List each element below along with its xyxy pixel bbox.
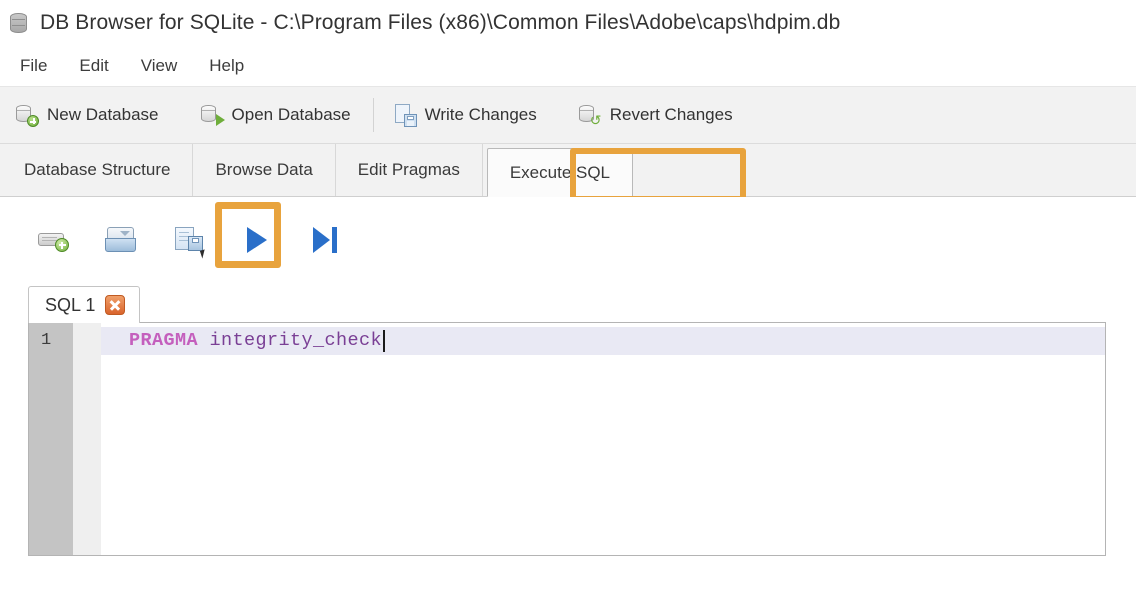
sql-keyword: PRAGMA xyxy=(129,330,199,351)
revert-changes-button[interactable]: ↺ Revert Changes xyxy=(573,100,747,130)
window-title: DB Browser for SQLite - C:\Program Files… xyxy=(40,11,841,34)
sql-identifier: integrity_check xyxy=(209,330,383,351)
tab-database-structure[interactable]: Database Structure xyxy=(2,144,194,196)
execute-all-button[interactable] xyxy=(234,217,280,263)
close-icon[interactable] xyxy=(105,295,126,315)
new-tab-icon xyxy=(38,231,69,252)
code-line-1[interactable]: PRAGMA integrity_check xyxy=(101,327,1105,355)
menu-item-edit[interactable]: Edit xyxy=(63,53,124,79)
play-icon xyxy=(247,227,267,253)
title-bar: DB Browser for SQLite - C:\Program Files… xyxy=(0,0,1136,46)
tab-edit-pragmas[interactable]: Edit Pragmas xyxy=(335,144,483,196)
new-database-button[interactable]: New Database xyxy=(10,100,173,130)
tab-browse-data[interactable]: Browse Data xyxy=(193,144,336,196)
open-database-label: Open Database xyxy=(231,105,351,124)
main-tab-bar: Database Structure Browse Data Edit Prag… xyxy=(0,144,1136,202)
toolbar-separator xyxy=(372,98,374,132)
code-area[interactable]: PRAGMA integrity_check xyxy=(101,323,1105,555)
save-sql-file-button[interactable] xyxy=(166,217,212,263)
sql-tab-1[interactable]: SQL 1 xyxy=(28,286,141,323)
main-toolbar: New Database Open Database Write Changes… xyxy=(0,86,1136,144)
play-to-line-icon xyxy=(313,227,337,253)
revert-changes-icon: ↺ xyxy=(578,104,601,127)
revert-changes-label: Revert Changes xyxy=(609,105,733,124)
sql-tab-strip: SQL 1 xyxy=(28,283,1106,323)
write-changes-button[interactable]: Write Changes xyxy=(388,100,551,130)
execute-current-line-button[interactable] xyxy=(302,217,348,263)
sql-space xyxy=(198,327,210,355)
open-database-button[interactable]: Open Database xyxy=(195,100,365,130)
write-changes-icon xyxy=(394,104,417,127)
tab-execute-sql[interactable]: Execute SQL xyxy=(486,148,634,197)
sql-editor-area: SQL 1 1 PRAGMA integrity_check xyxy=(0,283,1136,563)
gutter-margin xyxy=(73,323,101,555)
new-database-icon xyxy=(16,104,39,127)
line-number-gutter: 1 xyxy=(29,323,73,555)
save-as-icon xyxy=(175,227,208,259)
menu-item-help[interactable]: Help xyxy=(193,53,260,79)
open-sql-file-button[interactable] xyxy=(98,217,144,263)
open-database-icon xyxy=(200,104,225,126)
menu-item-file[interactable]: File xyxy=(4,53,63,79)
sql-code-editor[interactable]: 1 PRAGMA integrity_check xyxy=(28,322,1106,556)
open-sql-tab-button[interactable] xyxy=(30,217,76,263)
database-icon xyxy=(8,11,30,35)
text-cursor xyxy=(383,330,386,352)
line-number: 1 xyxy=(41,331,52,350)
sql-tab-1-label: SQL 1 xyxy=(45,294,96,315)
open-folder-icon xyxy=(105,227,137,253)
menu-item-view[interactable]: View xyxy=(125,53,194,79)
new-database-label: New Database xyxy=(47,105,159,124)
menu-bar: File Edit View Help xyxy=(0,46,1136,86)
write-changes-label: Write Changes xyxy=(424,105,537,124)
sql-toolbar: Z www.MacZ.com xyxy=(0,197,1136,513)
